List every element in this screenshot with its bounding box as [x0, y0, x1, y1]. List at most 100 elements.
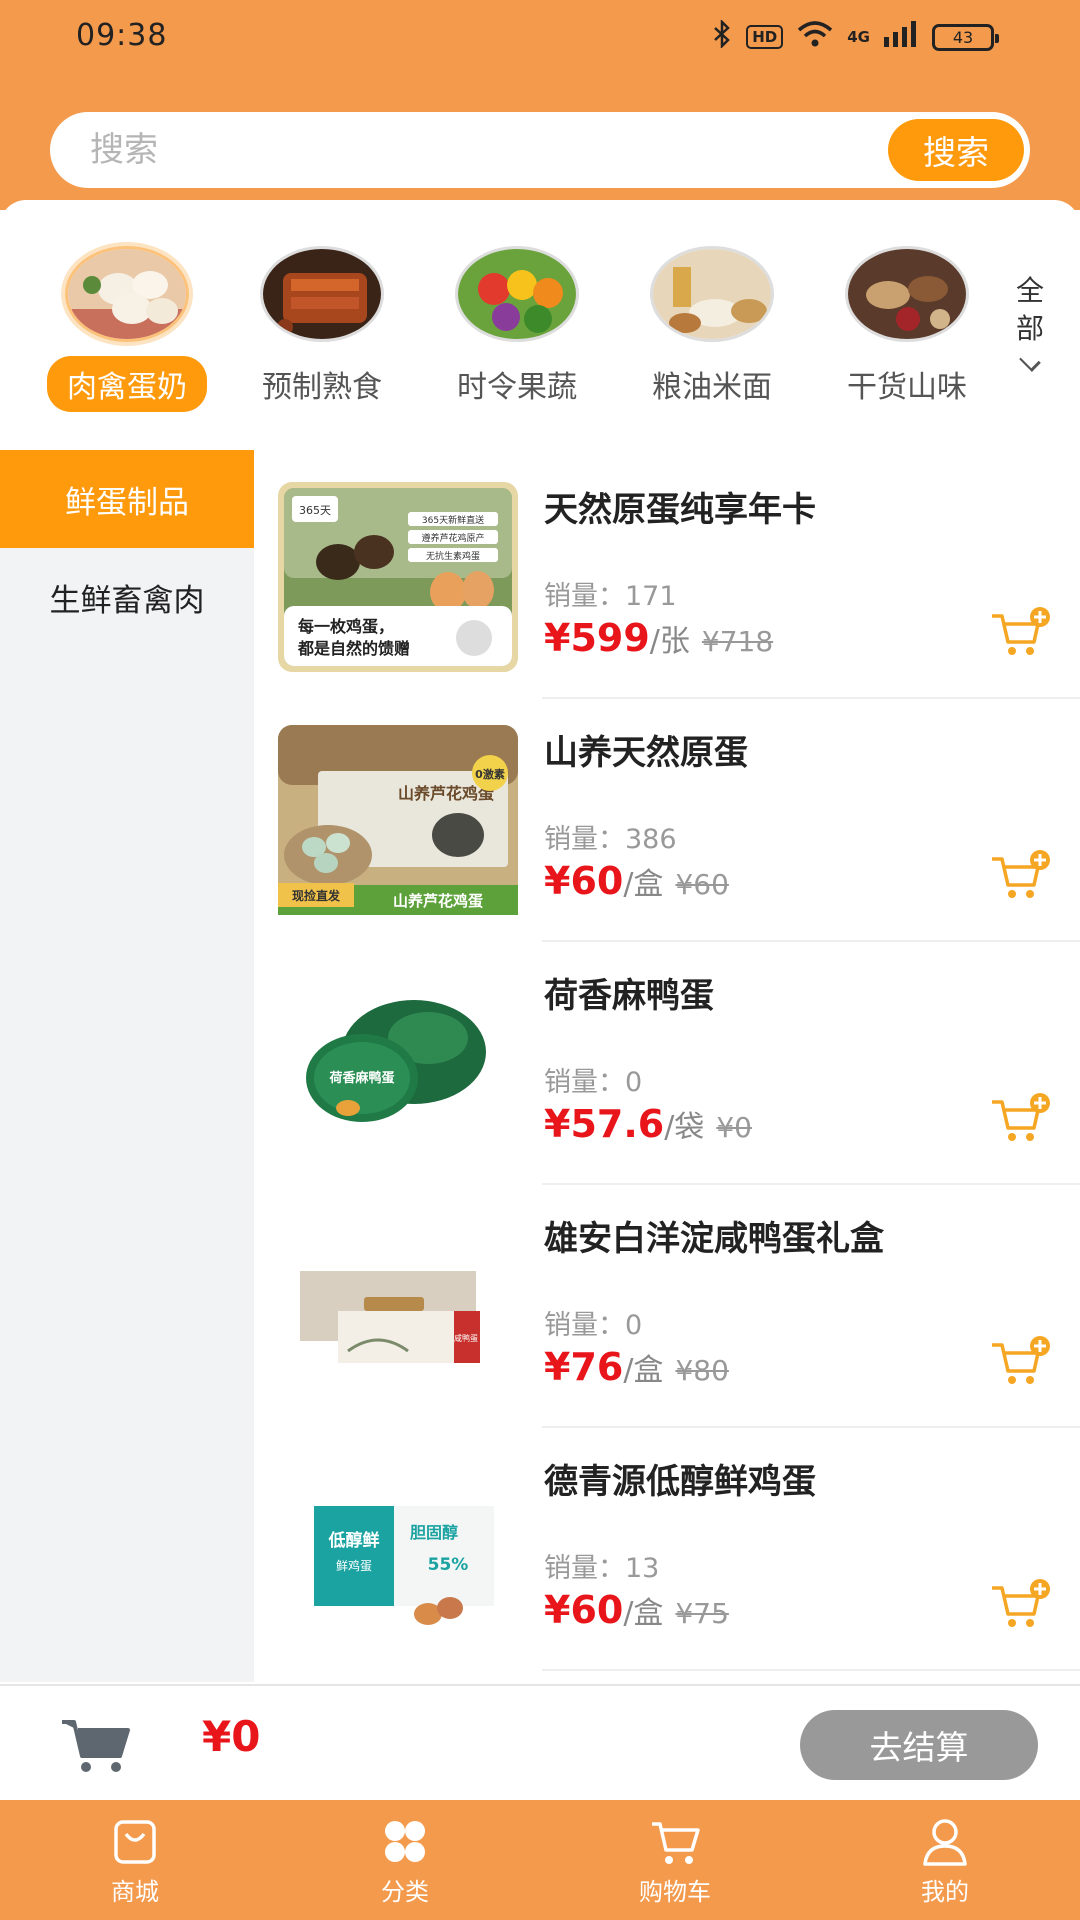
cart-total: ¥0 [202, 1712, 261, 1761]
category-label: 时令果蔬 [457, 370, 577, 405]
product-unit: /盒 [623, 1596, 664, 1631]
image-text: 都是自然的馈赠 [297, 639, 410, 658]
cart-summary-bar: ¥0 去结算 [0, 1684, 1080, 1800]
sales-count: 0 [625, 1310, 643, 1341]
sidebar-item-fresh-meat[interactable]: 生鲜畜禽肉 [0, 548, 254, 646]
image-text: 鲜鸡蛋 [336, 1558, 372, 1573]
cart-icon[interactable] [60, 1716, 134, 1774]
category-image [260, 246, 384, 342]
tab-mine[interactable]: 我的 [810, 1800, 1080, 1920]
image-text: 胆固醇 [410, 1523, 458, 1542]
product-image: 山养芦花鸡蛋 0激素 现捡直发 山养芦花鸡蛋 [278, 725, 518, 915]
product-item[interactable]: 咸鸭蛋 雄安白洋淀咸鸭蛋礼盒 销量：0 ¥76/盒 ¥80 [278, 1185, 1080, 1428]
add-to-cart-icon[interactable] [990, 606, 1052, 658]
sales-label: 销量： [544, 824, 625, 855]
status-icons: HD 4G 43 [712, 18, 999, 54]
tab-mall[interactable]: 商城 [0, 1800, 270, 1920]
hd-icon: HD [746, 25, 784, 49]
divider [542, 1669, 1080, 1671]
image-text: 0激素 [475, 767, 505, 781]
image-text: 遵养芦花鸡原产 [421, 532, 484, 544]
price-row: ¥76/盒 ¥80 [544, 1345, 729, 1389]
product-unit: /张 [649, 624, 690, 659]
tab-bar: 商城 分类 购物车 我的 [0, 1800, 1080, 1920]
search-button[interactable]: 搜索 [888, 119, 1024, 181]
add-to-cart-icon[interactable] [990, 1335, 1052, 1387]
product-name: 荷香麻鸭蛋 [544, 976, 714, 1016]
grid-icon [385, 1821, 425, 1862]
cart-icon [652, 1822, 700, 1864]
image-text: 荷香麻鸭蛋 [328, 1070, 394, 1086]
product-price: ¥60 [544, 859, 624, 903]
category-label: 粮油米面 [652, 370, 772, 405]
search-bar: 搜索 [50, 112, 1030, 188]
product-image: 咸鸭蛋 [278, 1211, 518, 1401]
image-text: 365天新鲜直送 [422, 514, 484, 526]
category-label: 肉禽蛋奶 [47, 356, 207, 412]
sidebar: 鲜蛋制品 生鲜畜禽肉 [0, 450, 254, 1682]
image-text: 现捡直发 [292, 888, 341, 903]
product-image: 365天新鲜直送 遵养芦花鸡原产 无抗生素鸡蛋 365天 每一枚鸡蛋， 都是自然… [278, 482, 518, 672]
category-prepared-food[interactable]: 预制熟食 [232, 246, 412, 412]
network-type-text: 4G [847, 28, 870, 46]
product-name: 德青源低醇鲜鸡蛋 [544, 1462, 816, 1502]
tab-label: 分类 [381, 1878, 429, 1906]
product-unit: /盒 [623, 867, 664, 902]
image-text: 低醇鲜 [328, 1530, 380, 1551]
product-original-price: ¥718 [701, 625, 774, 658]
add-to-cart-icon[interactable] [990, 849, 1052, 901]
product-item[interactable]: 低醇鲜 鲜鸡蛋 胆固醇 55% 德青源低醇鲜鸡蛋 销量：13 ¥60/盒 ¥75 [278, 1428, 1080, 1671]
category-grain-oil[interactable]: 粮油米面 [622, 246, 802, 412]
image-text: 每一枚鸡蛋， [298, 617, 394, 636]
user-icon [923, 1819, 967, 1866]
sales-label: 销量： [544, 1553, 625, 1584]
add-to-cart-icon[interactable] [990, 1092, 1052, 1144]
price-row: ¥57.6/袋 ¥0 [544, 1102, 752, 1146]
category-label: 干货山味 [847, 370, 967, 405]
category-all-toggle[interactable]: 全 部 [1010, 272, 1050, 372]
product-price: ¥76 [544, 1345, 624, 1389]
product-sales: 销量：171 [544, 574, 677, 613]
category-meat-egg-milk[interactable]: 肉禽蛋奶 [37, 246, 217, 412]
add-to-cart-icon[interactable] [990, 1578, 1052, 1630]
product-unit: /盒 [623, 1353, 664, 1388]
price-row: ¥599/张 ¥718 [544, 616, 773, 660]
checkout-button[interactable]: 去结算 [800, 1710, 1038, 1780]
bag-icon [114, 1820, 156, 1864]
image-text: 365天 [299, 504, 331, 517]
tab-cart[interactable]: 购物车 [540, 1800, 810, 1920]
category-fruit-veg[interactable]: 时令果蔬 [427, 246, 607, 412]
sales-label: 销量： [544, 581, 625, 612]
product-image: 低醇鲜 鲜鸡蛋 胆固醇 55% [278, 1454, 518, 1644]
sidebar-item-fresh-eggs[interactable]: 鲜蛋制品 [0, 450, 254, 548]
product-unit: /袋 [664, 1110, 705, 1145]
battery-icon: 43 [932, 23, 999, 51]
chevron-down-icon [1019, 350, 1041, 372]
category-dried-goods[interactable]: 干货山味 [817, 246, 997, 412]
product-name: 山养天然原蛋 [544, 733, 748, 773]
image-text: 55% [428, 1555, 469, 1575]
sales-label: 销量： [544, 1310, 625, 1341]
product-original-price: ¥75 [675, 1597, 729, 1630]
price-row: ¥60/盒 ¥60 [544, 859, 729, 903]
search-input[interactable] [90, 112, 890, 188]
product-image: 荷香麻鸭蛋 [278, 968, 518, 1158]
product-sales: 销量：386 [544, 817, 677, 856]
sales-label: 销量： [544, 1067, 625, 1098]
product-item[interactable]: 山养芦花鸡蛋 0激素 现捡直发 山养芦花鸡蛋 山养天然原蛋 销量：386 ¥60… [278, 699, 1080, 942]
bluetooth-icon [712, 18, 732, 54]
header: 09:38 HD 4G 43 搜索 [0, 0, 1080, 210]
product-item[interactable]: 荷香麻鸭蛋 荷香麻鸭蛋 销量：0 ¥57.6/袋 ¥0 [278, 942, 1080, 1185]
category-image [65, 246, 189, 342]
signal-icon [884, 21, 918, 53]
category-label: 预制熟食 [262, 370, 382, 405]
category-image [845, 246, 969, 342]
category-image [455, 246, 579, 342]
image-text: 咸鸭蛋 [454, 1333, 478, 1343]
tab-category[interactable]: 分类 [270, 1800, 540, 1920]
product-price: ¥599 [544, 616, 650, 660]
product-item[interactable]: 365天新鲜直送 遵养芦花鸡原产 无抗生素鸡蛋 365天 每一枚鸡蛋， 都是自然… [278, 456, 1080, 699]
image-text: 山养芦花鸡蛋 [393, 892, 483, 910]
product-original-price: ¥0 [716, 1111, 752, 1144]
product-original-price: ¥80 [675, 1354, 729, 1387]
